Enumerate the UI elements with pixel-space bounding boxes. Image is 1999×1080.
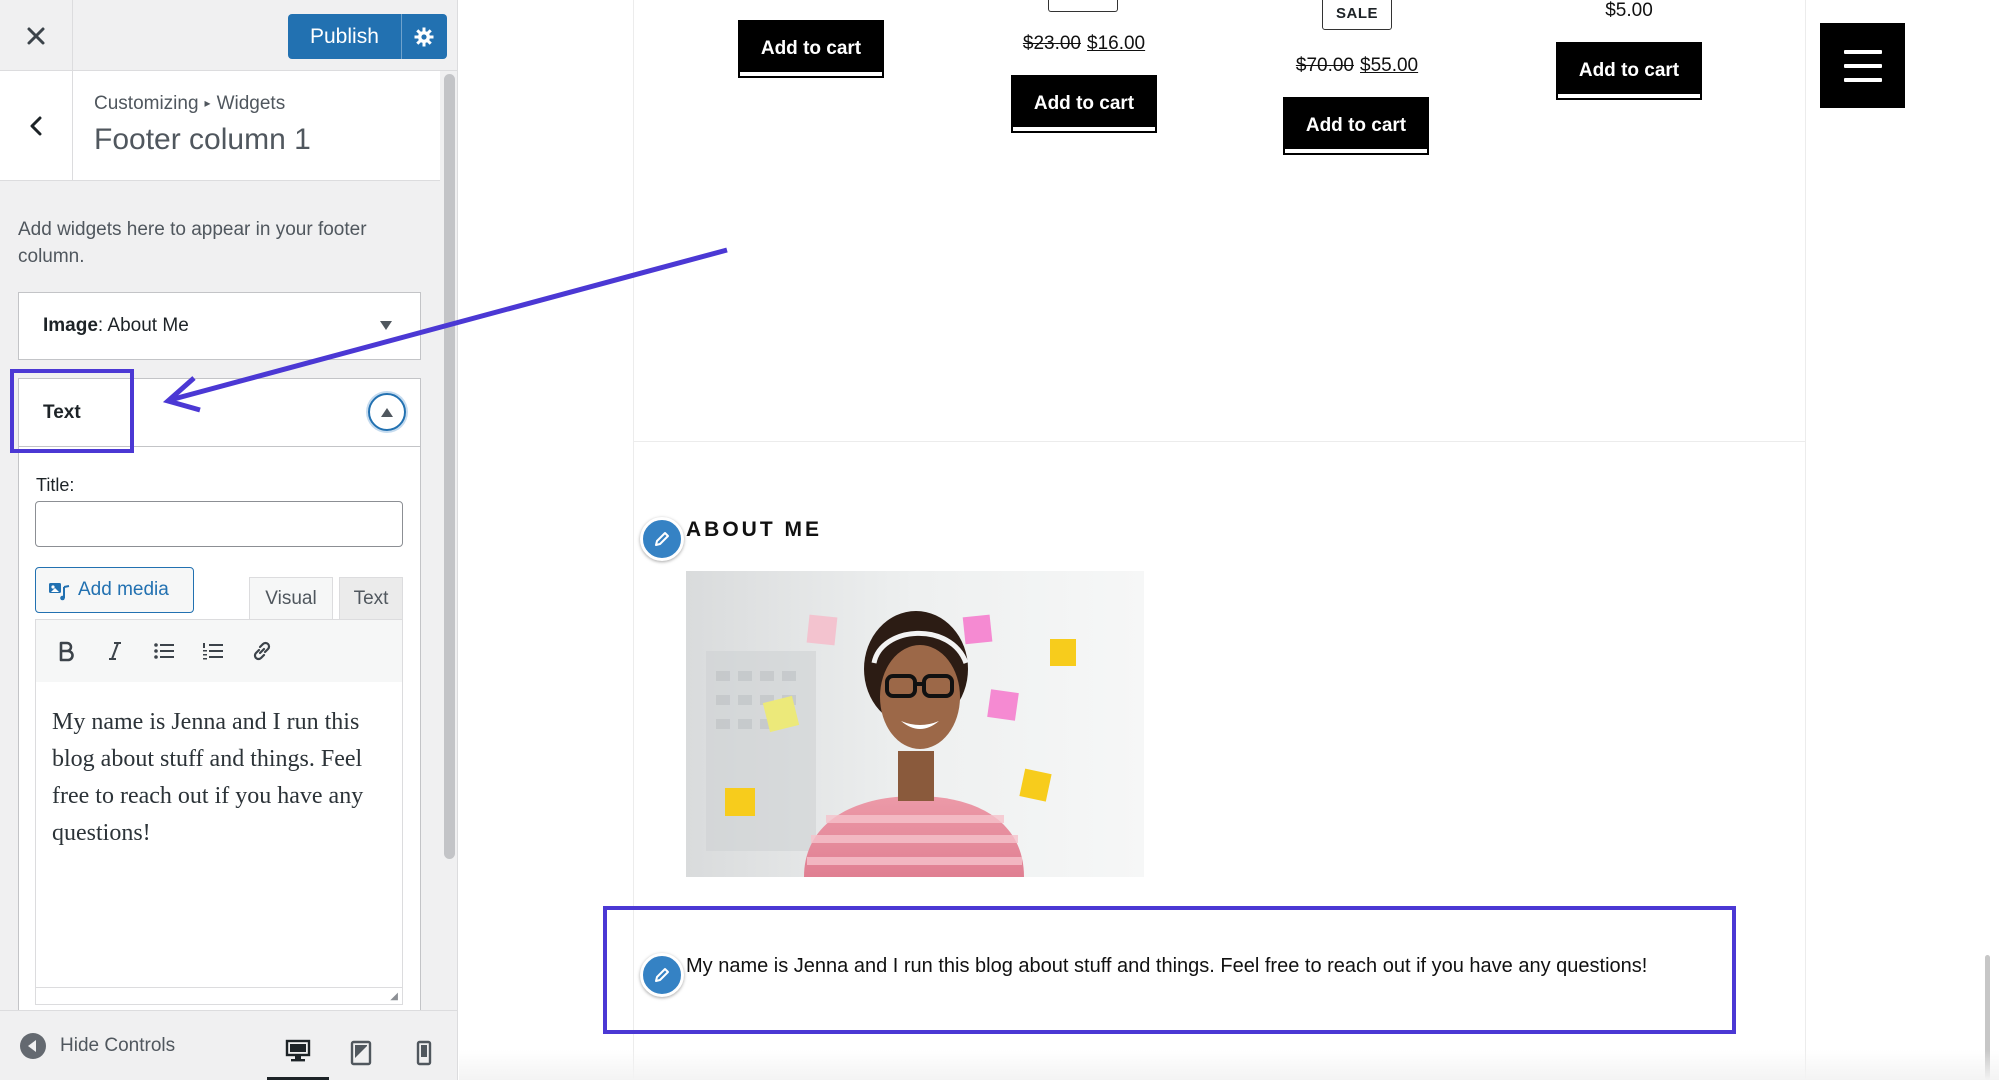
close-customizer-button[interactable]: [0, 0, 73, 71]
price-new[interactable]: $55.00: [1360, 55, 1418, 76]
add-media-button[interactable]: Add media: [35, 567, 194, 613]
chevron-left-icon: [30, 116, 42, 136]
about-heading: ABOUT ME: [686, 518, 822, 541]
customizer-footer: Hide Controls: [0, 1010, 457, 1080]
sidebar-scrollbar[interactable]: [444, 74, 455, 859]
widget-text-header[interactable]: Text: [19, 379, 420, 447]
price-new[interactable]: $16.00: [1087, 33, 1145, 54]
menu-toggle-button[interactable]: [1820, 23, 1905, 108]
widget-instance-title: : About Me: [97, 315, 189, 336]
italic-icon: [109, 642, 121, 660]
breadcrumb: Customizing ▸ Widgets: [94, 93, 285, 115]
bold-icon: [59, 641, 74, 662]
about-text: My name is Jenna and I run this blog abo…: [686, 955, 1648, 977]
pencil-icon: [655, 968, 669, 982]
insert-link-button[interactable]: [242, 631, 282, 671]
add-media-label: Add media: [78, 579, 169, 600]
add-media-icon: [48, 579, 70, 601]
widget-text: Text Title: Add media Visual Text My nam…: [18, 378, 421, 1078]
product-price-2: $23.00 $16.00: [1022, 33, 1146, 55]
hide-controls-button[interactable]: Hide Controls: [20, 1033, 175, 1059]
pencil-icon: [655, 532, 669, 546]
widget-type-label: Image: [43, 315, 98, 336]
editor-toolbar: [35, 619, 403, 683]
content-border-right: [1805, 0, 1806, 1080]
product-price-4: $5.00: [1605, 0, 1653, 21]
editor-resize-bar[interactable]: ◢: [35, 987, 403, 1005]
add-to-cart-button-3[interactable]: Add to cart: [1285, 99, 1427, 153]
edit-widget-shortcut-text[interactable]: [640, 953, 684, 997]
content-border-left: [633, 0, 634, 1080]
breadcrumb-separator-icon: ▸: [204, 96, 211, 110]
section-header: Customizing ▸ Widgets Footer column 1: [0, 71, 440, 181]
numbered-list-button[interactable]: [193, 631, 233, 671]
widget-image-about-me[interactable]: Image: About Me: [18, 292, 421, 360]
caret-up-icon: [381, 407, 393, 417]
preview-bottom-edge: [459, 1050, 1999, 1080]
price-old: $70.00: [1295, 55, 1354, 76]
add-to-cart-button-2[interactable]: Add to cart: [1013, 77, 1155, 131]
section-divider: [633, 441, 1805, 442]
resize-handle-icon[interactable]: ◢: [390, 991, 398, 1002]
publish-group: Publish: [288, 14, 447, 59]
product-price-3: $70.00 $55.00: [1293, 55, 1421, 77]
gear-icon: [414, 27, 434, 46]
customizer-sidebar: Publish Customizing ▸ Widgets Footer colum…: [0, 0, 458, 1080]
add-to-cart-button-1[interactable]: Add to cart: [740, 22, 882, 76]
customizer-header: Publish: [0, 0, 457, 71]
link-icon: [253, 641, 271, 661]
breadcrumb-root: Customizing: [94, 93, 199, 114]
sale-badge: SALE: [1322, 0, 1392, 30]
title-label: Title:: [36, 475, 75, 495]
bulleted-list-icon: [154, 643, 174, 659]
publish-settings-button[interactable]: [400, 14, 447, 59]
collapse-arrow-icon: [20, 1033, 46, 1059]
preview-desktop-button[interactable]: [267, 1025, 329, 1080]
add-to-cart-button-4[interactable]: Add to cart: [1558, 44, 1700, 98]
hamburger-icon: [1843, 49, 1882, 54]
about-me-photo: [686, 571, 1144, 877]
caret-down-icon[interactable]: [380, 321, 392, 330]
tablet-icon: [350, 1040, 372, 1066]
close-icon: [27, 27, 45, 44]
panel-description: Add widgets here to appear in your foote…: [18, 219, 367, 267]
widget-image-title: Image: About Me: [43, 315, 189, 337]
widget-text-label: Text: [43, 402, 81, 423]
bold-button[interactable]: [46, 631, 86, 671]
numbered-list-icon: [203, 643, 223, 660]
preview-mobile-button[interactable]: [393, 1025, 455, 1080]
italic-button[interactable]: [95, 631, 135, 671]
back-button[interactable]: [0, 71, 73, 181]
price-old: $23.00: [1022, 33, 1081, 54]
hide-controls-label: Hide Controls: [60, 1035, 176, 1056]
section-title: Footer column 1: [94, 123, 311, 156]
badge-partial: [1048, 0, 1118, 12]
mobile-icon: [416, 1040, 432, 1066]
edit-widget-shortcut-image[interactable]: [640, 517, 684, 561]
publish-button[interactable]: Publish: [288, 14, 401, 59]
bulleted-list-button[interactable]: [144, 631, 184, 671]
preview-tablet-button[interactable]: [330, 1025, 392, 1080]
breadcrumb-child: Widgets: [216, 93, 286, 114]
tab-text[interactable]: Text: [339, 577, 403, 619]
tab-visual[interactable]: Visual: [249, 577, 333, 619]
editor-content[interactable]: My name is Jenna and I run this blog abo…: [35, 682, 403, 992]
widget-collapse-button[interactable]: [368, 393, 406, 431]
desktop-icon: [285, 1039, 311, 1062]
title-input[interactable]: [35, 501, 403, 547]
